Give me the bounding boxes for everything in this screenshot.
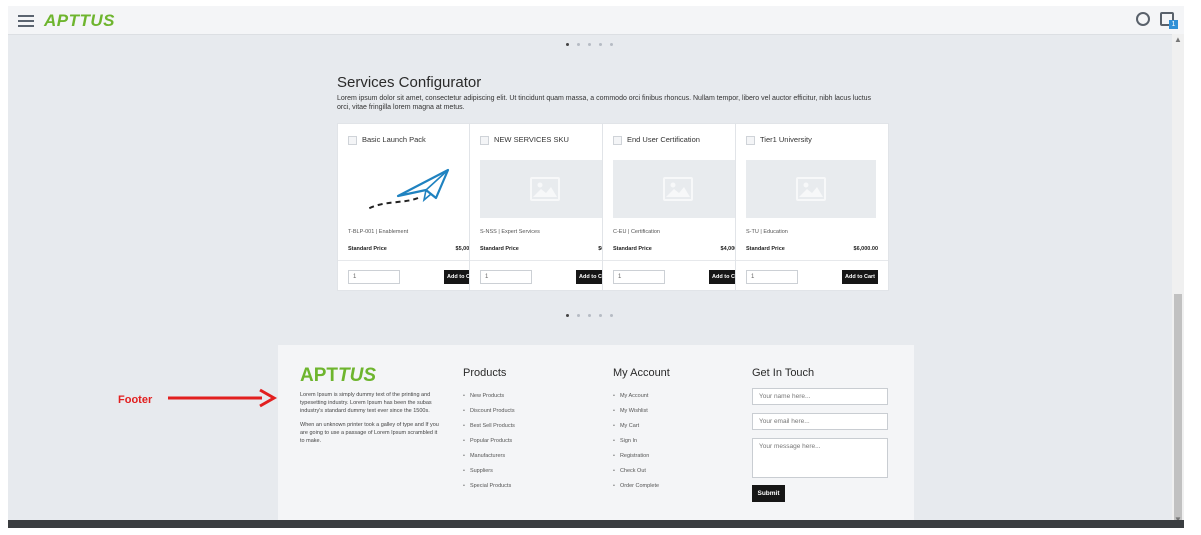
footer-link[interactable]: Manufacturers (463, 453, 515, 468)
section-description: Lorem ipsum dolor sit amet, consectetur … (337, 95, 872, 111)
add-to-cart-button[interactable]: Add to Cart (842, 270, 878, 284)
product-name[interactable]: Tier1 University (760, 135, 812, 144)
carousel-dot[interactable] (566, 43, 569, 46)
footer-link[interactable]: Order Complete (613, 483, 659, 498)
header-logo[interactable]: APTTUS (44, 11, 115, 31)
image-placeholder-icon[interactable] (746, 160, 876, 218)
footer-annotation-label: Footer (118, 394, 153, 406)
carousel-dots-bottom (566, 314, 613, 317)
contact-column-title: Get In Touch (752, 367, 815, 379)
divider (736, 260, 888, 261)
price-label: Standard Price (613, 246, 652, 252)
price-label: Standard Price (348, 246, 387, 252)
site-footer: APTTUS Lorem Ipsum is simply dummy text … (278, 345, 914, 526)
carousel-dots-top (566, 43, 613, 46)
footer-link[interactable]: Suppliers (463, 468, 515, 483)
footer-link[interactable]: Best Sell Products (463, 423, 515, 438)
carousel-dot[interactable] (599, 314, 602, 317)
product-card: NEW SERVICES SKU S-NSS | Expert Services… (469, 123, 623, 291)
divider (338, 260, 490, 261)
footer-about: Lorem Ipsum is simply dummy text of the … (300, 392, 439, 444)
product-card: Basic Launch Pack T-BLP-001 | Enablement… (337, 123, 491, 291)
footer-link[interactable]: Discount Products (463, 408, 515, 423)
footer-link[interactable]: My Wishlist (613, 408, 659, 423)
account-links: My AccountMy WishlistMy CartSign InRegis… (613, 393, 659, 498)
paper-plane-icon[interactable] (348, 160, 478, 218)
footer-link[interactable]: Registration (613, 453, 659, 468)
quantity-input[interactable]: 1 (613, 270, 665, 284)
footer-link[interactable]: Check Out (613, 468, 659, 483)
select-checkbox[interactable] (480, 136, 489, 145)
carousel-dot[interactable] (588, 314, 591, 317)
footer-link[interactable]: Special Products (463, 483, 515, 498)
section-title: Services Configurator (337, 74, 482, 91)
quantity-input[interactable]: 1 (480, 270, 532, 284)
message-field[interactable]: Your message here... (752, 438, 888, 478)
top-navbar: APTTUS 1 (8, 6, 1184, 35)
carousel-dot[interactable] (577, 314, 580, 317)
price-value: $6,000.00 (853, 246, 878, 252)
product-name[interactable]: End User Certification (627, 135, 700, 144)
product-name[interactable]: NEW SERVICES SKU (494, 135, 569, 144)
email-field[interactable]: Your email here... (752, 413, 888, 430)
cart-count-badge: 1 (1169, 20, 1178, 29)
carousel-dot[interactable] (566, 314, 569, 317)
product-sku: S-NSS | Expert Services (480, 229, 540, 235)
quantity-input[interactable]: 1 (746, 270, 798, 284)
product-card: Tier1 University S-TU | Education Standa… (735, 123, 889, 291)
footer-link[interactable]: Popular Products (463, 438, 515, 453)
price-label: Standard Price (480, 246, 519, 252)
footer-link[interactable]: My Account (613, 393, 659, 408)
product-sku: T-BLP-001 | Enablement (348, 229, 409, 235)
carousel-dot[interactable] (599, 43, 602, 46)
footer-link[interactable]: Sign In (613, 438, 659, 453)
products-column-title: Products (463, 367, 507, 379)
quantity-input[interactable]: 1 (348, 270, 400, 284)
carousel-dot[interactable] (588, 43, 591, 46)
carousel-dot[interactable] (610, 43, 613, 46)
divider (470, 260, 622, 261)
user-icon[interactable] (1136, 12, 1150, 26)
image-placeholder-icon[interactable] (480, 160, 610, 218)
product-sku: C-EU | Certification (613, 229, 660, 235)
account-column-title: My Account (613, 367, 670, 379)
products-links: New ProductsDiscount ProductsBest Sell P… (463, 393, 515, 498)
product-sku: S-TU | Education (746, 229, 788, 235)
footer-link[interactable]: My Cart (613, 423, 659, 438)
browser-viewport: APTTUS 1 ▲ ▼ Services Configurator Lorem… (8, 6, 1184, 526)
scroll-up-arrow[interactable]: ▲ (1174, 36, 1182, 44)
scroll-thumb[interactable] (1174, 294, 1182, 524)
annotation-arrow (168, 388, 278, 408)
page-scrollbar[interactable]: ▲ ▼ (1172, 34, 1184, 526)
menu-icon[interactable] (18, 15, 34, 30)
name-field[interactable]: Your name here... (752, 388, 888, 405)
divider (603, 260, 755, 261)
product-name[interactable]: Basic Launch Pack (362, 135, 426, 144)
carousel-dot[interactable] (577, 43, 580, 46)
image-placeholder-icon[interactable] (613, 160, 743, 218)
product-card: End User Certification C-EU | Certificat… (602, 123, 756, 291)
footer-logo[interactable]: APTTUS (300, 365, 376, 387)
select-checkbox[interactable] (348, 136, 357, 145)
select-checkbox[interactable] (746, 136, 755, 145)
select-checkbox[interactable] (613, 136, 622, 145)
screenshot-edge (8, 520, 1184, 528)
price-label: Standard Price (746, 246, 785, 252)
carousel-dot[interactable] (610, 314, 613, 317)
submit-button[interactable]: Submit (752, 485, 785, 502)
footer-link[interactable]: New Products (463, 393, 515, 408)
